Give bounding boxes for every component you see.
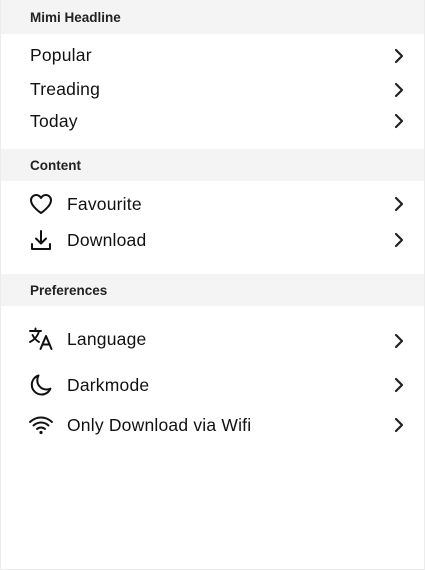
menu-item-popular[interactable]: Popular bbox=[1, 38, 424, 72]
menu-item-darkmode[interactable]: Darkmode bbox=[1, 368, 424, 402]
settings-screen: Mimi Headline Popular Treading Today Con… bbox=[0, 0, 425, 570]
section-header-content: Content bbox=[1, 149, 424, 181]
menu-item-language[interactable]: Language bbox=[1, 322, 424, 356]
menu-item-download[interactable]: Download bbox=[1, 223, 424, 257]
chevron-right-icon bbox=[392, 333, 406, 349]
menu-item-label: Favourite bbox=[67, 193, 142, 214]
menu-item-wifi-download[interactable]: Only Download via Wifi bbox=[1, 408, 424, 442]
menu-item-favourite[interactable]: Favourite bbox=[1, 187, 424, 221]
moon-icon bbox=[28, 372, 54, 398]
menu-item-today[interactable]: Today bbox=[1, 104, 424, 138]
heart-icon bbox=[28, 191, 54, 217]
menu-item-label: Download bbox=[67, 229, 147, 250]
section-title-content: Content bbox=[30, 157, 81, 173]
section-title-preferences: Preferences bbox=[30, 282, 108, 298]
chevron-right-icon bbox=[392, 417, 406, 433]
download-icon bbox=[28, 227, 54, 253]
menu-item-label: Only Download via Wifi bbox=[67, 414, 252, 435]
translate-icon bbox=[28, 326, 54, 352]
section-header-headline: Mimi Headline bbox=[1, 0, 424, 34]
menu-item-label: Today bbox=[30, 110, 78, 131]
section-header-preferences: Preferences bbox=[1, 274, 424, 306]
chevron-right-icon bbox=[392, 377, 406, 393]
section-title-headline: Mimi Headline bbox=[30, 9, 121, 25]
menu-item-label: Treading bbox=[30, 78, 101, 99]
menu-item-label: Darkmode bbox=[67, 374, 150, 395]
wifi-icon bbox=[28, 412, 54, 438]
chevron-right-icon bbox=[392, 48, 406, 64]
chevron-right-icon bbox=[392, 113, 406, 129]
chevron-right-icon bbox=[392, 82, 406, 98]
chevron-right-icon bbox=[392, 232, 406, 248]
chevron-right-icon bbox=[392, 196, 406, 212]
menu-item-label: Language bbox=[67, 328, 147, 349]
menu-item-treading[interactable]: Treading bbox=[1, 72, 424, 106]
menu-item-label: Popular bbox=[30, 44, 92, 65]
